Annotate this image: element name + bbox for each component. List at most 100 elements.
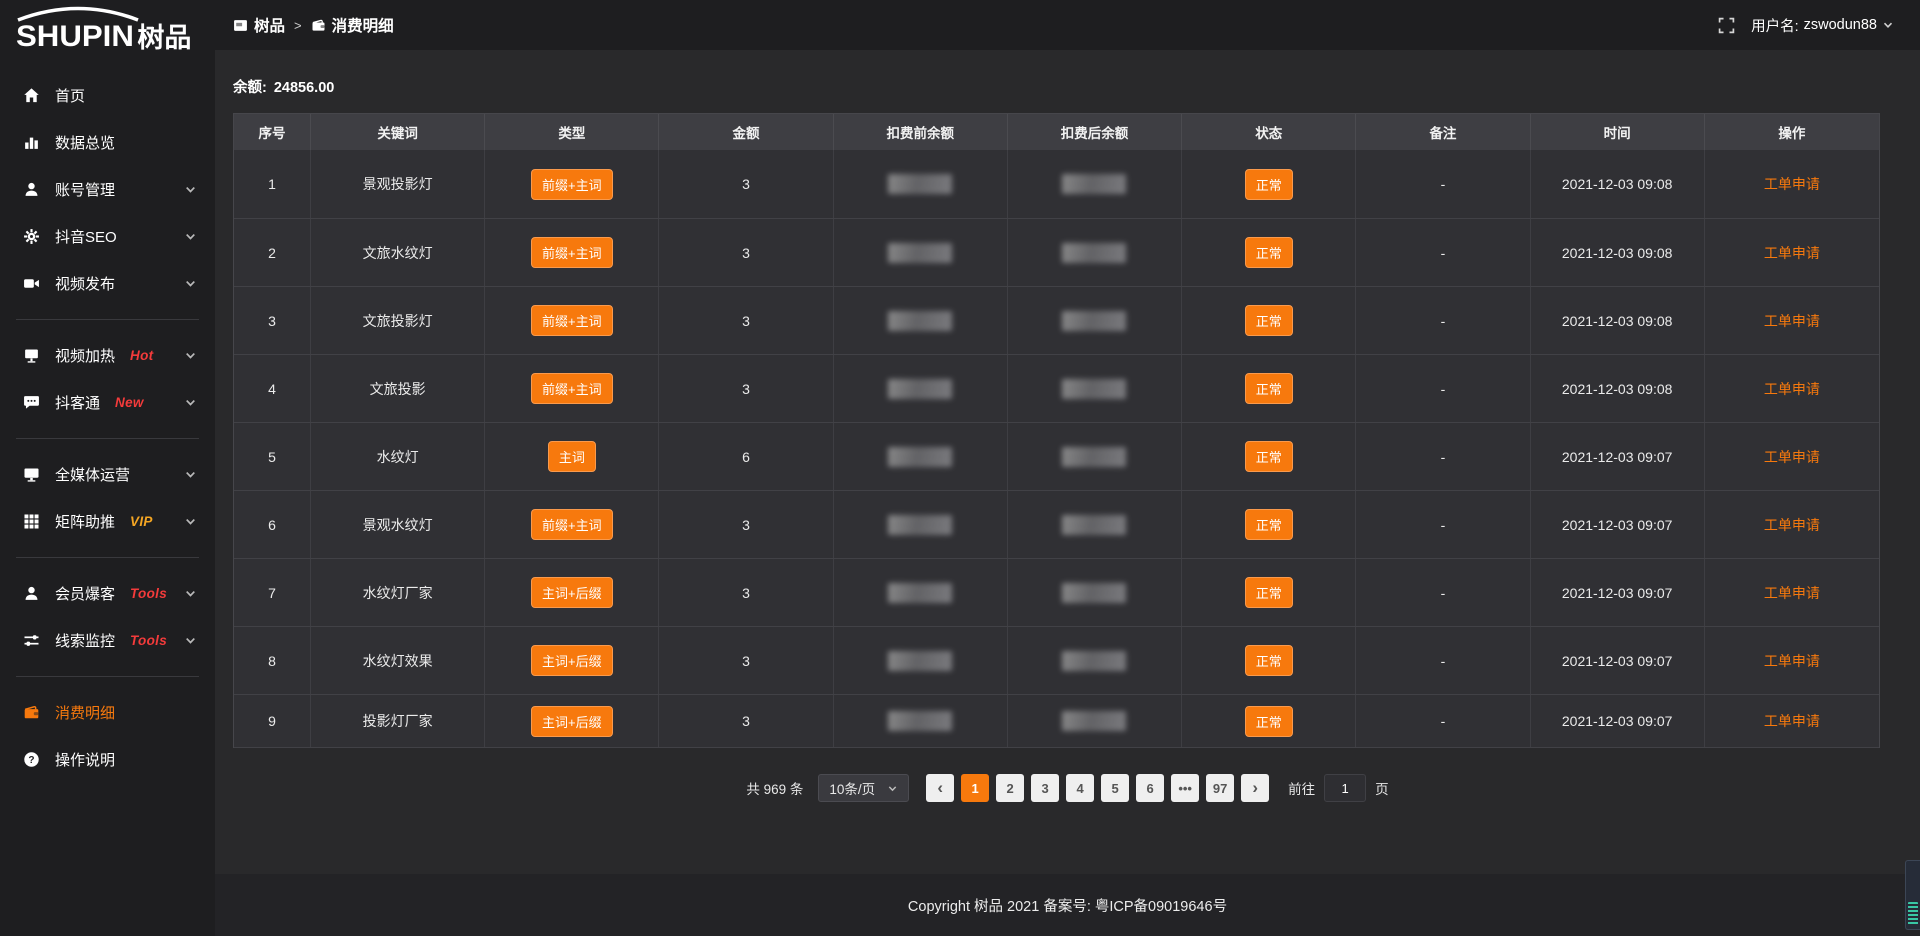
time-cell: 2021-12-03 09:08 [1531, 219, 1705, 286]
logo-text-cn: 树品 [137, 25, 191, 52]
consumption-table: 序号关键词类型金额扣费前余额扣费后余额状态备注时间操作 1景观投影灯前缀+主词3… [233, 113, 1880, 748]
sidebar-item-消费明细[interactable]: 消费明细 [0, 689, 215, 736]
work-order-link[interactable]: 工单申请 [1764, 583, 1820, 603]
breadcrumb-item-current[interactable]: 消费明细 [311, 14, 394, 36]
sidebar-item-label: 视频加热 [55, 345, 115, 366]
type-badge: 前缀+主词 [531, 373, 613, 404]
balance-label: 余额: [233, 80, 267, 96]
sidebar-item-label: 账号管理 [55, 179, 115, 200]
sidebar-item-操作说明[interactable]: ? 操作说明 [0, 736, 215, 783]
help-icon: ? [22, 751, 40, 769]
page-button-6[interactable]: 6 [1136, 774, 1164, 802]
type-cell: 主词+后缀 [485, 627, 659, 694]
work-order-link[interactable]: 工单申请 [1764, 711, 1820, 731]
sidebar-item-数据总览[interactable]: 数据总览 [0, 119, 215, 166]
column-header: 扣费后余额 [1008, 114, 1182, 150]
page-button-5[interactable]: 5 [1101, 774, 1129, 802]
work-order-link[interactable]: 工单申请 [1764, 651, 1820, 671]
redacted-balance-after [1062, 379, 1126, 399]
amount-cell: 3 [659, 627, 833, 694]
work-order-link[interactable]: 工单申请 [1764, 243, 1820, 263]
sidebar-item-抖音SEO[interactable]: 抖音SEO [0, 213, 215, 260]
time-cell: 2021-12-03 09:07 [1531, 695, 1705, 747]
type-cell: 前缀+主词 [485, 287, 659, 354]
sidebar-item-label: 视频发布 [55, 273, 115, 294]
prev-page-button[interactable]: ‹ [926, 774, 954, 802]
type-cell: 前缀+主词 [485, 491, 659, 558]
breadcrumb-label: 消费明细 [332, 14, 394, 36]
floating-service-widget[interactable] [1905, 860, 1920, 930]
row-index: 8 [234, 627, 311, 694]
balance-after-cell [1008, 695, 1182, 747]
column-header: 关键词 [311, 114, 485, 150]
status-badge: 正常 [1245, 577, 1293, 608]
sidebar-divider [16, 438, 199, 439]
more-pages-button[interactable]: ••• [1171, 774, 1199, 802]
page-button-97[interactable]: 97 [1206, 774, 1234, 802]
status-cell: 正常 [1182, 491, 1356, 558]
keyword-cell: 水纹灯 [311, 423, 485, 490]
redacted-balance-before [888, 379, 952, 399]
sidebar-item-首页[interactable]: 首页 [0, 72, 215, 119]
work-order-link[interactable]: 工单申请 [1764, 174, 1820, 194]
balance-before-cell [834, 423, 1008, 490]
column-header: 序号 [234, 114, 311, 150]
page-buttons: 123456•••97 [961, 774, 1234, 802]
sidebar-item-会员爆客[interactable]: 会员爆客 Tools [0, 570, 215, 617]
row-index: 3 [234, 287, 311, 354]
row-index: 5 [234, 423, 311, 490]
goto-page-input[interactable] [1324, 774, 1366, 802]
type-badge: 前缀+主词 [531, 169, 613, 200]
fullscreen-icon[interactable] [1718, 17, 1735, 34]
page-button-4[interactable]: 4 [1066, 774, 1094, 802]
work-order-link[interactable]: 工单申请 [1764, 515, 1820, 535]
balance-before-cell [834, 150, 1008, 218]
amount-cell: 6 [659, 423, 833, 490]
action-cell: 工单申请 [1705, 559, 1879, 626]
sidebar-item-视频加热[interactable]: 视频加热 Hot [0, 332, 215, 379]
column-header: 类型 [485, 114, 659, 150]
work-order-link[interactable]: 工单申请 [1764, 379, 1820, 399]
work-order-link[interactable]: 工单申请 [1764, 447, 1820, 467]
logo[interactable]: SHUPIN 树品 [0, 0, 215, 58]
sidebar-item-label: 首页 [55, 85, 85, 106]
remark-cell: - [1356, 695, 1530, 747]
sidebar-item-badge: Tools [130, 633, 167, 648]
page-button-1[interactable]: 1 [961, 774, 989, 802]
goto-label: 前往 [1288, 778, 1315, 798]
action-cell: 工单申请 [1705, 219, 1879, 286]
status-badge: 正常 [1245, 645, 1293, 676]
next-page-button[interactable]: › [1241, 774, 1269, 802]
goto-page: 前往 页 [1288, 774, 1389, 802]
sidebar-item-badge: Hot [130, 348, 153, 363]
user-dropdown[interactable]: 用户名: zswodun88 [1751, 15, 1894, 36]
chevron-down-icon [184, 587, 197, 600]
amount-cell: 3 [659, 491, 833, 558]
breadcrumb-item-home[interactable]: 树品 [233, 14, 285, 36]
sidebar-item-全媒体运营[interactable]: 全媒体运营 [0, 451, 215, 498]
breadcrumb-label: 树品 [254, 14, 285, 36]
row-index: 4 [234, 355, 311, 422]
status-cell: 正常 [1182, 150, 1356, 218]
chat-icon [22, 394, 40, 412]
page-button-3[interactable]: 3 [1031, 774, 1059, 802]
topbar-right: 用户名: zswodun88 [1718, 15, 1894, 36]
app-icon [233, 18, 248, 33]
sidebar-item-线索监控[interactable]: 线索监控 Tools [0, 617, 215, 664]
balance-after-cell [1008, 219, 1182, 286]
username-value: zswodun88 [1804, 17, 1877, 33]
time-cell: 2021-12-03 09:07 [1531, 559, 1705, 626]
page-button-2[interactable]: 2 [996, 774, 1024, 802]
chevron-down-icon [184, 515, 197, 528]
amount-cell: 3 [659, 355, 833, 422]
user-icon [22, 181, 40, 199]
sidebar-item-视频发布[interactable]: 视频发布 [0, 260, 215, 307]
sidebar-item-账号管理[interactable]: 账号管理 [0, 166, 215, 213]
sidebar-item-矩阵助推[interactable]: 矩阵助推 VIP [0, 498, 215, 545]
work-order-link[interactable]: 工单申请 [1764, 311, 1820, 331]
redacted-balance-after [1062, 583, 1126, 603]
bar-chart-icon [22, 134, 40, 152]
page-size-select[interactable]: 10条/页 [818, 774, 909, 802]
balance-value: 24856.00 [274, 80, 334, 96]
sidebar-item-抖客通[interactable]: 抖客通 New [0, 379, 215, 426]
